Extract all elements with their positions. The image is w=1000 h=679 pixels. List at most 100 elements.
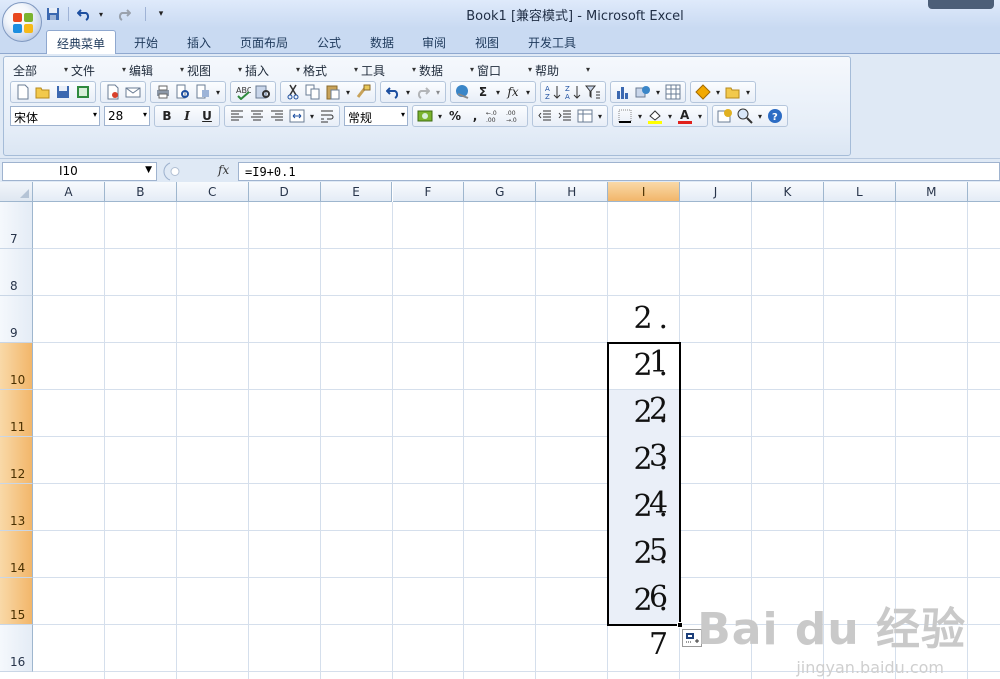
new-file-icon[interactable] bbox=[14, 83, 32, 101]
folder-dropdown-icon[interactable]: ▾ bbox=[744, 83, 752, 101]
redo-dropdown-icon[interactable]: ▾ bbox=[434, 83, 442, 101]
font-size-combo[interactable]: 28 ▾ bbox=[104, 106, 150, 126]
research-icon[interactable] bbox=[254, 83, 272, 101]
hyperlink-icon[interactable] bbox=[454, 83, 472, 101]
align-left-icon[interactable] bbox=[228, 107, 246, 125]
insert-shape-icon[interactable] bbox=[634, 83, 652, 101]
autosum-dropdown-icon[interactable]: ▾ bbox=[494, 83, 502, 101]
column-header[interactable]: H bbox=[536, 182, 609, 202]
format-painter-icon[interactable] bbox=[354, 83, 372, 101]
increase-decimal-icon[interactable]: ←.0.00 bbox=[486, 107, 504, 125]
menu-help[interactable]: 帮助 bbox=[532, 61, 590, 79]
comma-button[interactable]: , bbox=[466, 107, 484, 125]
row-header[interactable]: 7 bbox=[0, 202, 33, 249]
fill-handle[interactable] bbox=[677, 622, 684, 628]
paste-icon[interactable] bbox=[324, 83, 342, 101]
column-header[interactable]: L bbox=[823, 182, 896, 202]
zoom-dropdown-icon[interactable]: ▾ bbox=[756, 107, 764, 125]
format-cells-icon[interactable] bbox=[576, 107, 594, 125]
align-center-icon[interactable] bbox=[248, 107, 266, 125]
menu-insert[interactable]: 插入 bbox=[242, 61, 300, 79]
row-header[interactable]: 14 bbox=[0, 531, 33, 578]
permission-icon[interactable] bbox=[104, 83, 122, 101]
row-header[interactable]: 13 bbox=[0, 484, 33, 531]
paste-dropdown-icon[interactable]: ▾ bbox=[344, 83, 352, 101]
column-header[interactable]: I bbox=[608, 182, 681, 202]
font-color-dropdown-icon[interactable]: ▾ bbox=[696, 107, 704, 125]
borders-dropdown-icon[interactable]: ▾ bbox=[636, 107, 644, 125]
cell-value[interactable]: 2. 1 bbox=[608, 297, 680, 380]
diamond-icon[interactable] bbox=[694, 83, 712, 101]
sort-descending-icon[interactable]: ZA bbox=[564, 83, 582, 101]
column-header[interactable]: D bbox=[248, 182, 321, 202]
borders-icon[interactable] bbox=[616, 107, 634, 125]
save-icon[interactable] bbox=[54, 83, 72, 101]
menu-view[interactable]: 视图 bbox=[184, 61, 242, 79]
office-button[interactable] bbox=[2, 2, 42, 42]
font-name-combo[interactable]: 宋体 ▾ bbox=[10, 106, 100, 126]
name-box[interactable]: I10 ▼ bbox=[2, 162, 157, 181]
window-controls[interactable] bbox=[928, 0, 994, 9]
shape-dropdown-icon[interactable]: ▾ bbox=[654, 83, 662, 101]
decrease-decimal-icon[interactable]: .00 →.0 bbox=[506, 107, 524, 125]
currency-icon[interactable] bbox=[416, 107, 434, 125]
tab-formulas[interactable]: 公式 bbox=[307, 30, 351, 54]
column-header[interactable]: J bbox=[680, 182, 752, 202]
tab-home[interactable]: 开始 bbox=[124, 30, 168, 54]
increase-indent-icon[interactable] bbox=[556, 107, 574, 125]
column-header[interactable]: C bbox=[176, 182, 249, 202]
bold-button[interactable]: B bbox=[158, 107, 176, 125]
column-header[interactable] bbox=[967, 182, 1000, 202]
percent-button[interactable]: % bbox=[446, 107, 464, 125]
align-right-icon[interactable] bbox=[268, 107, 286, 125]
table-grid-icon[interactable] bbox=[664, 83, 682, 101]
italic-button[interactable]: I bbox=[178, 107, 196, 125]
menu-format[interactable]: 格式 bbox=[300, 61, 358, 79]
menu-edit[interactable]: 编辑 bbox=[126, 61, 184, 79]
column-header[interactable]: E bbox=[320, 182, 393, 202]
wrap-text-icon[interactable] bbox=[318, 107, 336, 125]
filter-icon[interactable] bbox=[584, 83, 602, 101]
column-header[interactable]: K bbox=[752, 182, 824, 202]
email-icon[interactable] bbox=[124, 83, 142, 101]
diamond-dropdown-icon[interactable]: ▾ bbox=[714, 83, 722, 101]
fill-color-icon[interactable] bbox=[646, 107, 664, 125]
tab-data[interactable]: 数据 bbox=[360, 30, 404, 54]
menu-file[interactable]: 文件 bbox=[68, 61, 126, 79]
tab-view[interactable]: 视图 bbox=[465, 30, 509, 54]
row-header[interactable]: 11 bbox=[0, 390, 33, 437]
excel-sheet-icon[interactable] bbox=[74, 83, 92, 101]
merge-dropdown-icon[interactable]: ▾ bbox=[308, 107, 316, 125]
page-setup-dropdown-icon[interactable]: ▾ bbox=[214, 83, 222, 101]
tab-insert[interactable]: 插入 bbox=[177, 30, 221, 54]
row-header[interactable]: 10 bbox=[0, 343, 33, 390]
chart-icon[interactable] bbox=[614, 83, 632, 101]
tab-developer[interactable]: 开发工具 bbox=[518, 30, 586, 54]
folder-icon[interactable] bbox=[724, 83, 742, 101]
copy-icon[interactable] bbox=[304, 83, 322, 101]
row-header[interactable]: 15 bbox=[0, 578, 33, 625]
print-preview-icon[interactable] bbox=[174, 83, 192, 101]
column-header[interactable]: F bbox=[392, 182, 465, 202]
tab-review[interactable]: 审阅 bbox=[412, 30, 456, 54]
insert-function-button[interactable]: fx bbox=[218, 163, 229, 177]
cut-icon[interactable] bbox=[284, 83, 302, 101]
font-color-icon[interactable]: A bbox=[676, 107, 694, 125]
row-header[interactable]: 16 bbox=[0, 625, 33, 672]
spelling-icon[interactable]: ABC bbox=[234, 83, 252, 101]
formula-input[interactable]: =I9+0.1 bbox=[238, 162, 1000, 181]
fill-color-dropdown-icon[interactable]: ▾ bbox=[666, 107, 674, 125]
row-header[interactable]: 9 bbox=[0, 296, 33, 343]
undo-dropdown-icon[interactable]: ▾ bbox=[404, 83, 412, 101]
column-header[interactable]: A bbox=[33, 182, 105, 202]
menu-all[interactable]: 全部 bbox=[10, 61, 68, 79]
underline-button[interactable]: U bbox=[198, 107, 216, 125]
column-header[interactable]: G bbox=[464, 182, 537, 202]
decrease-indent-icon[interactable] bbox=[536, 107, 554, 125]
open-folder-icon[interactable] bbox=[34, 83, 52, 101]
tab-page-layout[interactable]: 页面布局 bbox=[230, 30, 298, 54]
tab-classic-menu[interactable]: 经典菜单 bbox=[46, 30, 117, 55]
currency-dropdown-icon[interactable]: ▾ bbox=[436, 107, 444, 125]
select-all-button[interactable] bbox=[0, 182, 33, 202]
merge-center-icon[interactable] bbox=[288, 107, 306, 125]
